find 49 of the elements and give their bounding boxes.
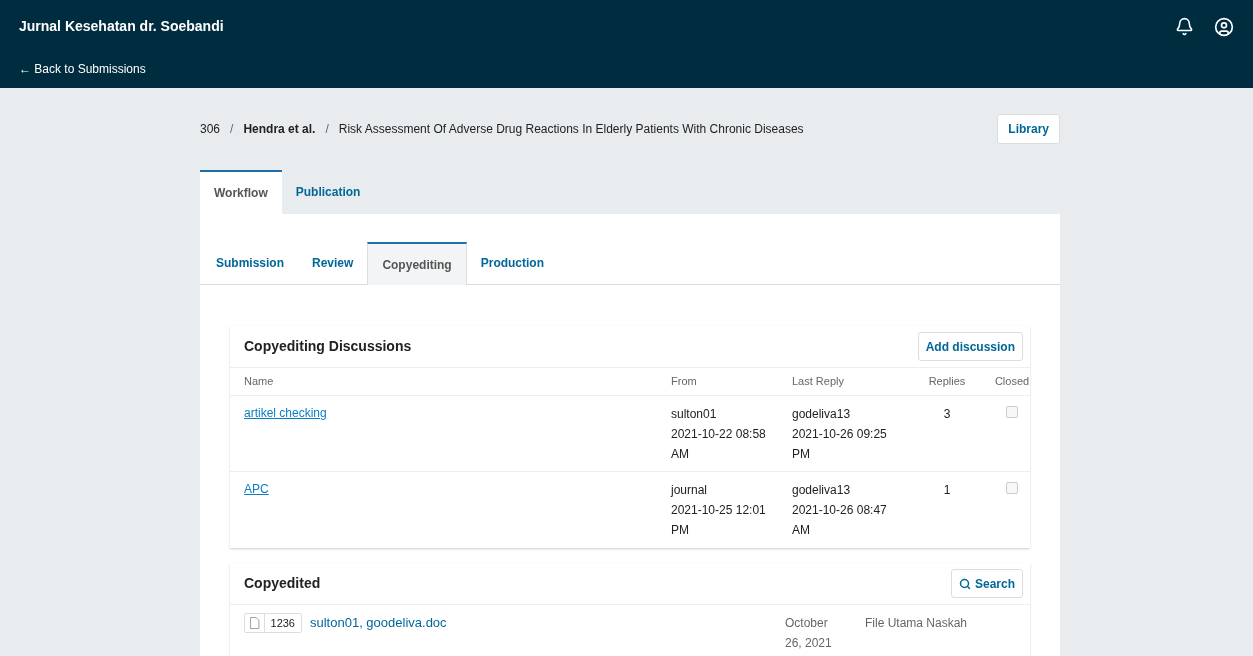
last-reply-cell-text: 2021-10-26 08:47 — [792, 502, 887, 519]
card-title: Copyediting Discussions — [244, 337, 412, 356]
search-icon — [958, 577, 971, 590]
discussion-link[interactable]: artikel checking — [244, 406, 327, 420]
last-reply-cell-text: AM — [792, 522, 810, 539]
main-tab[interactable]: Workflow — [200, 170, 282, 214]
column-header: Closed — [993, 374, 1031, 390]
stage-tab[interactable]: Copyediting — [367, 242, 467, 285]
replies-count: 1 — [943, 482, 951, 499]
submission-title: Risk Assessment Of Adverse Drug Reactions In Elderly Patients With Chronic Diseases — [338, 121, 804, 138]
stage-tab[interactable]: Production — [466, 242, 559, 284]
replies-count: 3 — [943, 406, 951, 423]
column-header: Name — [244, 374, 275, 390]
closed-checkbox[interactable] — [1006, 406, 1018, 418]
notifications-icon[interactable] — [1175, 17, 1194, 36]
from-cell-text: AM — [671, 446, 689, 463]
file-id: 1236 — [269, 615, 296, 631]
search-button[interactable]: Search — [950, 569, 1023, 598]
submission-authors: Hendra et al. — [243, 121, 316, 138]
back-link[interactable]: ← Back to Submissions — [19, 60, 224, 78]
last-reply-cell-text: godeliva13 — [792, 406, 851, 423]
discussion-link[interactable]: APC — [244, 482, 269, 496]
from-cell-text: 2021-10-22 08:58 — [671, 426, 766, 443]
last-reply-cell-text: 2021-10-26 09:25 — [792, 426, 887, 443]
breadcrumb-separator: / — [325, 121, 329, 138]
from-cell-text: sulton01 — [671, 406, 717, 423]
stage-tab[interactable]: Review — [298, 242, 368, 284]
add-discussion-button[interactable]: Add discussion — [917, 332, 1023, 361]
from-cell-text: journal — [671, 482, 708, 499]
file-type: File Utama Naskah — [865, 615, 968, 632]
from-cell-text: PM — [671, 522, 689, 539]
file-date: 26, 2021 — [785, 635, 832, 652]
file-date: October — [785, 615, 828, 632]
last-reply-cell-text: PM — [792, 446, 810, 463]
breadcrumb-separator: / — [230, 121, 234, 138]
column-header: Last Reply — [792, 374, 845, 390]
last-reply-cell-text: godeliva13 — [792, 482, 851, 499]
from-cell-text: 2021-10-25 12:01 — [671, 502, 766, 519]
column-header: Replies — [927, 374, 967, 390]
file-link[interactable]: sulton01, goodeliva.doc — [310, 613, 785, 653]
column-header: From — [671, 374, 698, 390]
journal-title: Jurnal Kesehatan dr. Soebandi — [19, 17, 224, 36]
closed-checkbox[interactable] — [1006, 482, 1018, 494]
stage-tab[interactable]: Submission — [202, 242, 298, 284]
submission-id: 306 — [200, 121, 221, 138]
library-button[interactable]: Library — [997, 114, 1060, 144]
main-tab[interactable]: Publication — [281, 170, 375, 214]
card-title: Copyedited — [244, 574, 321, 593]
user-avatar-icon[interactable] — [1214, 17, 1234, 37]
